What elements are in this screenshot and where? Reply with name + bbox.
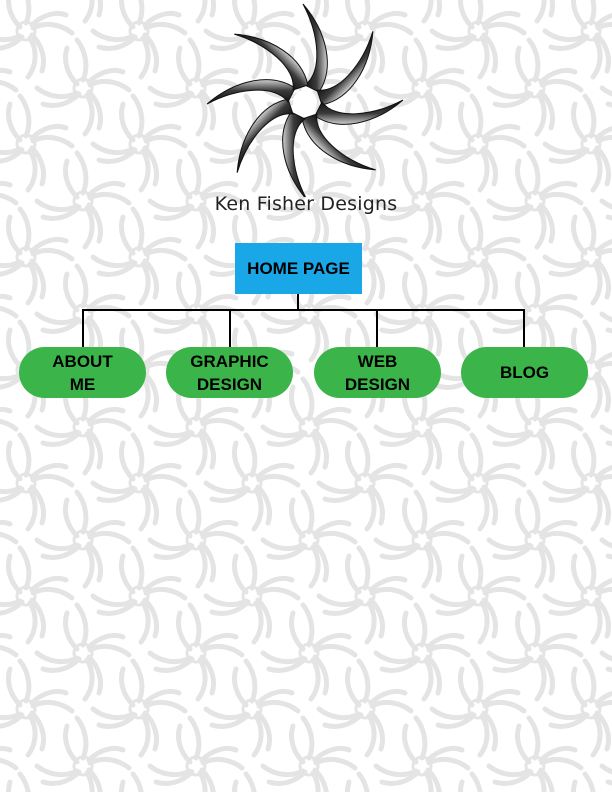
blog-label: BLOG (499, 363, 550, 382)
about-me-label-line2: ME (69, 374, 96, 394)
about-me-label-line1: ABOUT (52, 351, 113, 371)
graphic-design-label-line1: GRAPHIC (190, 351, 269, 371)
home-page-node[interactable]: HOME PAGE (235, 243, 362, 294)
graphic-design-label-line2: DESIGN (196, 374, 263, 394)
home-page-label: HOME PAGE (247, 258, 350, 278)
blog-node[interactable]: BLOG (461, 347, 588, 398)
graphic-design-node[interactable]: GRAPHIC DESIGN (166, 347, 293, 398)
about-me-node[interactable]: ABOUT ME (19, 347, 146, 398)
web-design-label-line1: WEB (357, 351, 398, 371)
web-design-node[interactable]: WEB DESIGN (314, 347, 441, 398)
web-design-label-line2: DESIGN (344, 374, 411, 394)
